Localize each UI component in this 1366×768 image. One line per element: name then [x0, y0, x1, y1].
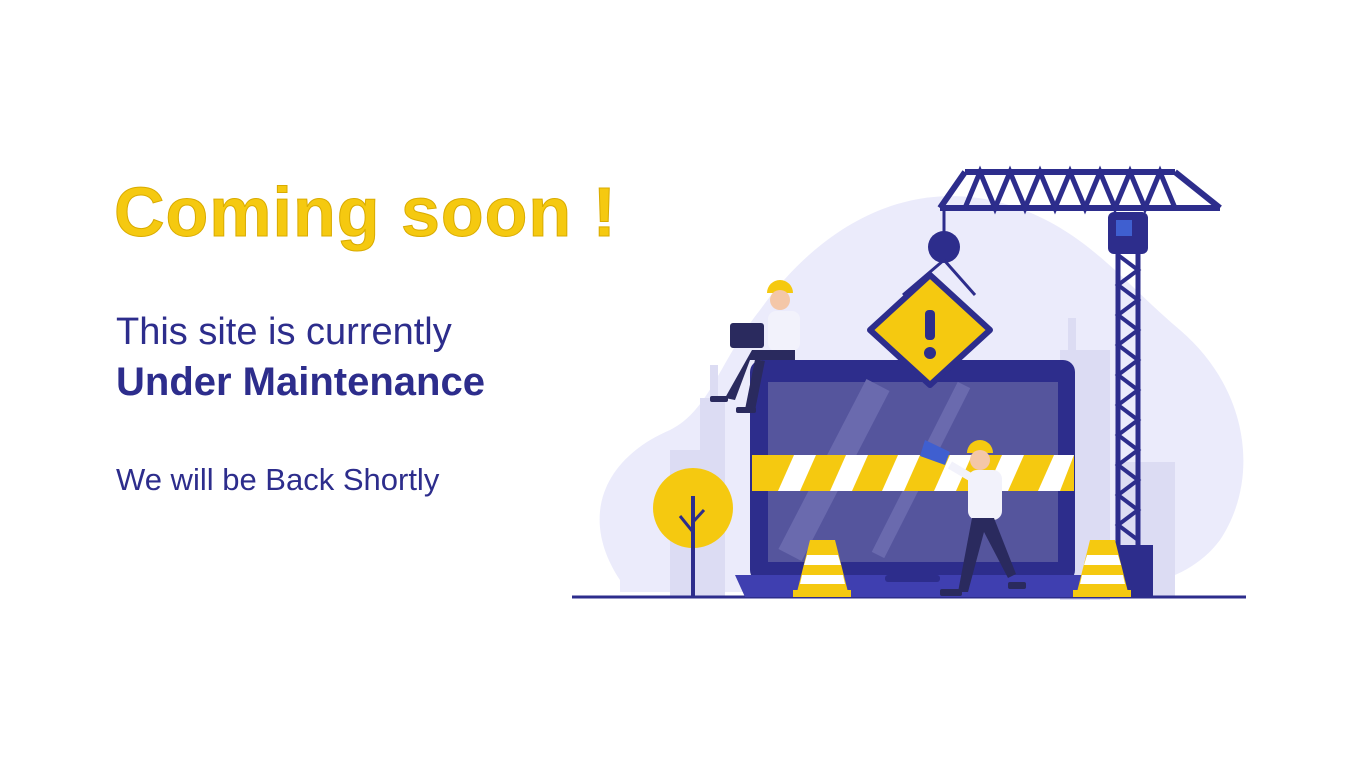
back-shortly-note: We will be Back Shortly	[116, 462, 440, 497]
caution-tape	[752, 455, 1074, 491]
maintenance-intro: This site is currently	[116, 311, 452, 353]
headline: Coming soon !	[114, 173, 617, 252]
maintenance-illustration	[572, 165, 1246, 600]
maintenance-status: Under Maintenance	[116, 360, 485, 404]
crane-pulley	[928, 231, 960, 263]
